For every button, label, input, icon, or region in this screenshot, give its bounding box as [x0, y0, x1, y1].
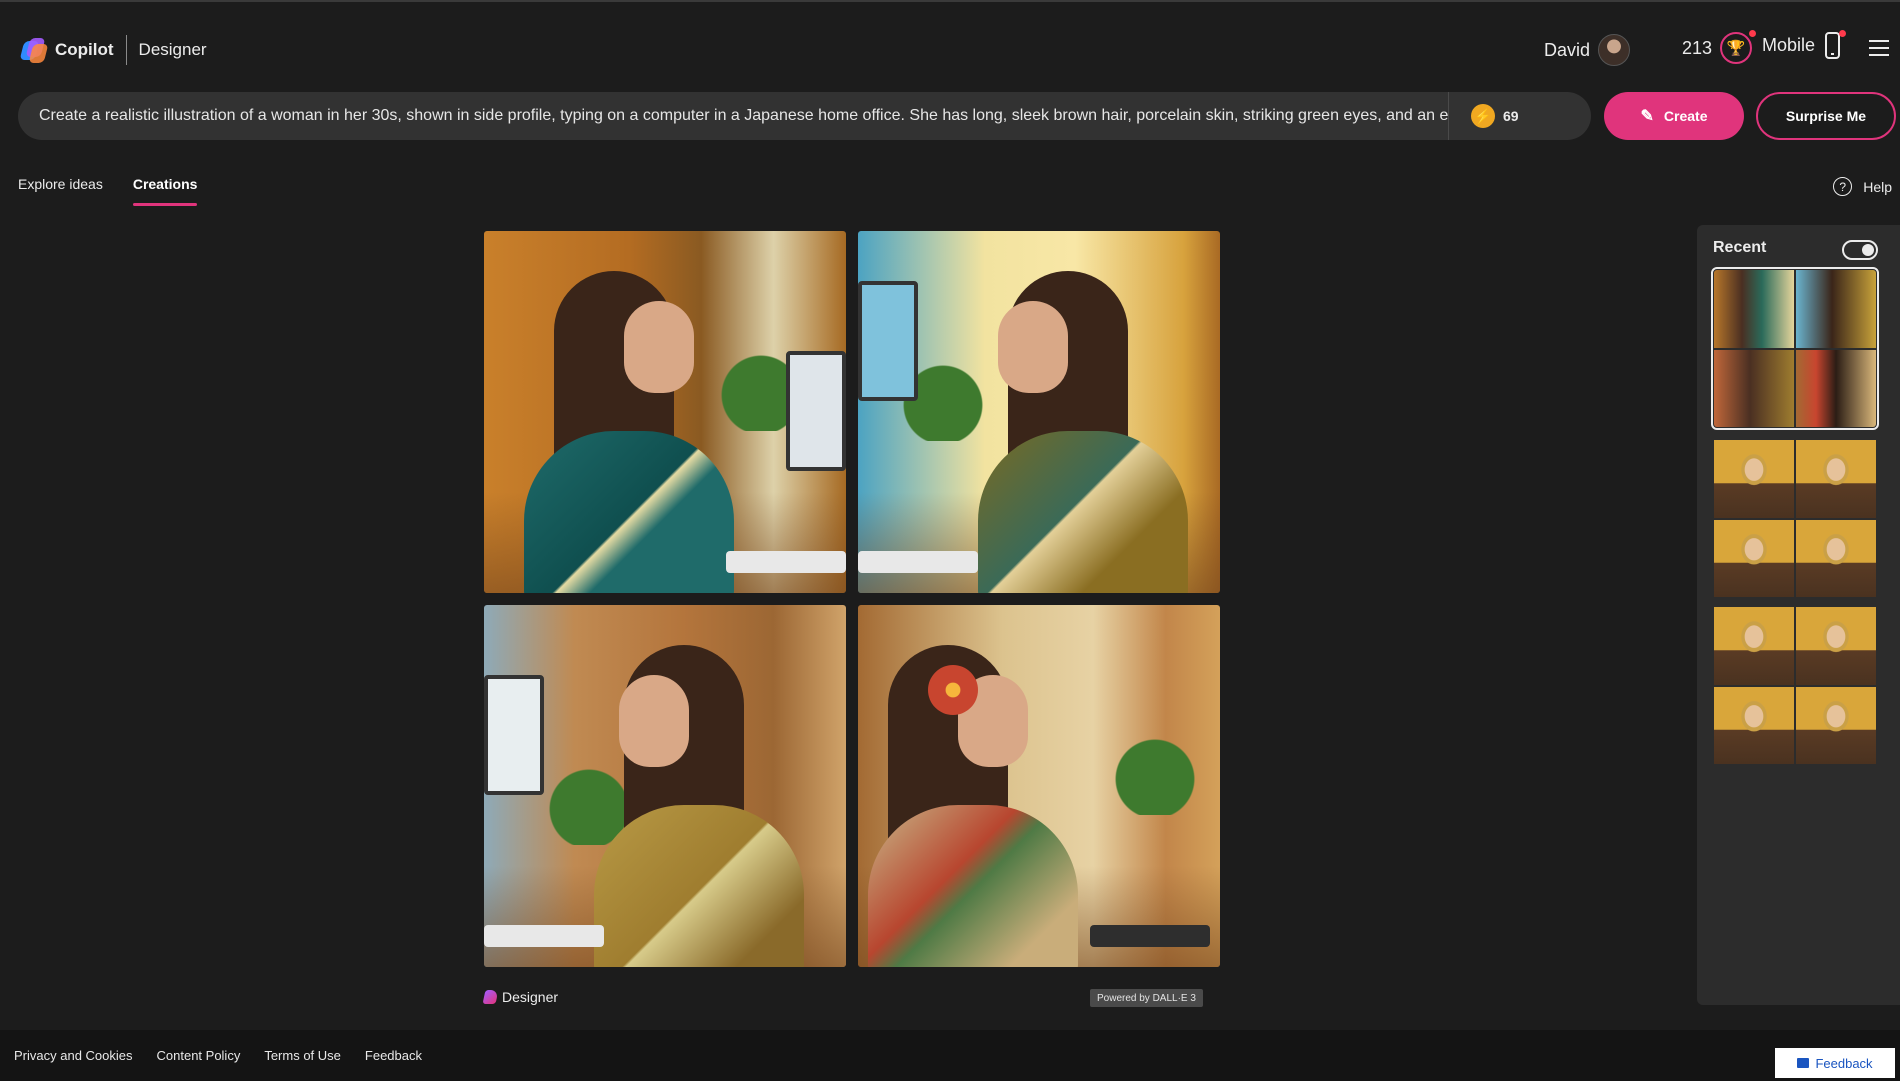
- thumbnail: [1796, 440, 1876, 518]
- recent-set-3[interactable]: [1714, 607, 1876, 764]
- thumbnail: [1714, 607, 1794, 685]
- prompt-input[interactable]: Create a realistic illustration of a wom…: [18, 107, 1448, 125]
- top-bar: Copilot Designer David 213 🏆 Mobile: [0, 0, 1900, 90]
- designer-label: Designer: [502, 989, 559, 1005]
- body-shape: [868, 805, 1078, 967]
- wand-icon: ✎: [1640, 108, 1654, 125]
- designer-logo-icon: [482, 990, 499, 1004]
- thumbnail: [1714, 686, 1794, 764]
- create-button[interactable]: ✎ Create: [1604, 92, 1744, 140]
- keyboard-shape: [726, 551, 846, 573]
- keyboard-shape: [858, 551, 978, 573]
- thumbnail: [1714, 519, 1794, 597]
- powered-by-badge: Powered by DALL·E 3: [1090, 989, 1203, 1007]
- tab-explore-ideas[interactable]: Explore ideas: [18, 176, 103, 206]
- create-label: Create: [1663, 108, 1708, 124]
- brand[interactable]: Copilot Designer: [19, 35, 207, 65]
- body-shape: [978, 431, 1188, 593]
- recent-title: Recent: [1713, 239, 1767, 256]
- body-shape: [524, 431, 734, 593]
- thumbnail: [1714, 440, 1794, 518]
- face-shape: [619, 675, 689, 767]
- thumbnail: [1714, 349, 1794, 427]
- brand-divider: [125, 35, 127, 65]
- help-label: Help: [1863, 178, 1892, 195]
- thumbnail: [1714, 270, 1794, 348]
- thumbnail: [1796, 607, 1876, 685]
- question-mark-icon: ?: [1833, 177, 1853, 196]
- monitor-shape: [484, 675, 544, 795]
- avatar[interactable]: [1598, 34, 1630, 66]
- feedback-button[interactable]: Feedback: [1775, 1048, 1895, 1078]
- face-shape: [624, 301, 694, 393]
- product-name: Designer: [138, 40, 207, 59]
- phone-icon: [1825, 30, 1846, 59]
- keyboard-shape: [484, 925, 604, 947]
- footer-link-feedback[interactable]: Feedback: [365, 1048, 422, 1063]
- thumbnail: [1796, 270, 1876, 348]
- hamburger-menu-icon[interactable]: [1869, 40, 1889, 56]
- help-link[interactable]: ? Help: [1833, 177, 1892, 196]
- recent-toggle[interactable]: [1842, 240, 1878, 260]
- footer-link-content-policy[interactable]: Content Policy: [157, 1048, 241, 1063]
- feedback-label: Feedback: [1815, 1055, 1873, 1071]
- thumbnail: [1796, 349, 1876, 427]
- recent-panel: Recent: [1697, 225, 1900, 1005]
- footer-link-terms[interactable]: Terms of Use: [264, 1048, 341, 1063]
- mobile-label: Mobile: [1761, 35, 1815, 55]
- thumbnail: [1796, 519, 1876, 597]
- footer: Privacy and Cookies Content Policy Terms…: [0, 1030, 1900, 1081]
- designer-attribution[interactable]: Designer: [482, 989, 559, 1005]
- prompt-bar: Create a realistic illustration of a wom…: [18, 92, 1591, 140]
- generated-image-2[interactable]: [858, 231, 1220, 593]
- image-results-grid: [484, 231, 1220, 967]
- tab-creations[interactable]: Creations: [132, 176, 197, 206]
- plant-shape: [1110, 725, 1200, 815]
- generated-image-1[interactable]: [484, 231, 846, 593]
- boost-counter[interactable]: ⚡ 69: [1448, 92, 1519, 140]
- monitor-shape: [858, 281, 918, 401]
- boost-count: 69: [1503, 108, 1519, 124]
- generated-image-4[interactable]: [858, 605, 1220, 967]
- thumbnail: [1796, 686, 1876, 764]
- keyboard-shape: [1090, 925, 1210, 947]
- mobile-link[interactable]: Mobile: [1761, 30, 1846, 59]
- rewards[interactable]: 213 🏆: [1681, 30, 1756, 64]
- user-name: David: [1543, 39, 1590, 60]
- surprise-me-button[interactable]: Surprise Me: [1756, 92, 1896, 140]
- copilot-logo-icon: [19, 37, 49, 63]
- lightning-bolt-icon: ⚡: [1471, 104, 1495, 128]
- footer-links: Privacy and Cookies Content Policy Terms…: [14, 1048, 422, 1063]
- user-menu[interactable]: David: [1544, 34, 1630, 66]
- notification-dot: [1749, 30, 1756, 37]
- generated-image-3[interactable]: [484, 605, 846, 967]
- notification-dot: [1839, 30, 1846, 37]
- footer-link-privacy[interactable]: Privacy and Cookies: [14, 1048, 133, 1063]
- recent-set-1[interactable]: [1711, 267, 1879, 430]
- trophy-icon[interactable]: 🏆: [1720, 30, 1756, 64]
- points-count: 213: [1681, 37, 1712, 58]
- body-shape: [594, 805, 804, 967]
- brand-name: Copilot: [55, 40, 114, 59]
- recent-set-2[interactable]: [1714, 440, 1876, 597]
- monitor-shape: [786, 351, 846, 471]
- chat-bubble-icon: [1797, 1058, 1810, 1068]
- hair-flower-shape: [928, 665, 978, 715]
- tab-bar: Explore ideas Creations: [18, 176, 227, 206]
- face-shape: [998, 301, 1068, 393]
